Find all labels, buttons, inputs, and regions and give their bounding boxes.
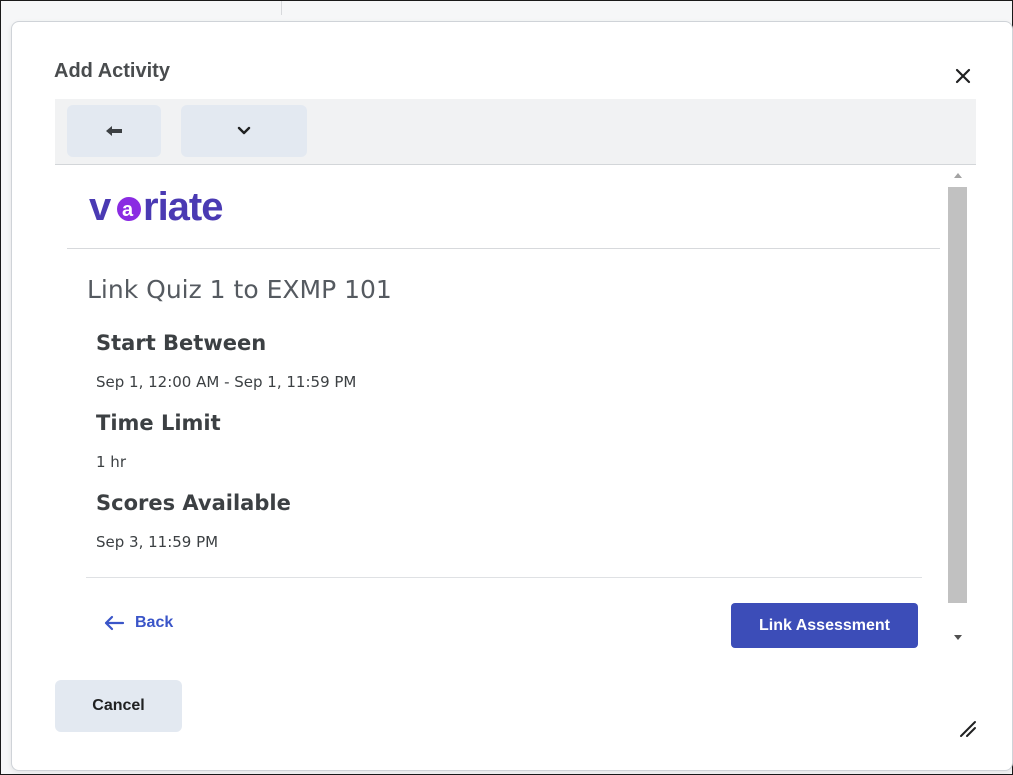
- embedded-content-frame: v a riate Link Quiz 1 to EXMP 101 Start …: [55, 165, 976, 650]
- svg-text:riate: riate: [143, 187, 223, 229]
- background-divider: [281, 1, 282, 15]
- arrow-left-icon: [104, 615, 125, 631]
- header-divider: [67, 248, 941, 249]
- toolbar-menu-button[interactable]: [181, 105, 307, 157]
- arrow-left-icon: [106, 126, 122, 136]
- back-link-label: Back: [135, 614, 174, 631]
- scores-available-label: Scores Available: [96, 491, 291, 515]
- toolbar-back-button[interactable]: [67, 105, 161, 157]
- screenshot-frame: Add Activity v a riate Link Quiz 1 to EX…: [0, 0, 1013, 775]
- start-between-label: Start Between: [96, 331, 267, 355]
- add-activity-dialog: Add Activity v a riate Link Quiz 1 to EX…: [11, 21, 1013, 771]
- cancel-button[interactable]: Cancel: [55, 680, 182, 732]
- scroll-thumb[interactable]: [948, 187, 967, 603]
- svg-text:a: a: [122, 199, 134, 221]
- time-limit-value: 1 hr: [96, 453, 126, 471]
- toolbar: [55, 99, 976, 165]
- svg-text:v: v: [89, 187, 112, 229]
- close-button[interactable]: [949, 62, 977, 90]
- close-icon: [955, 68, 971, 84]
- back-link[interactable]: Back: [103, 614, 173, 632]
- scroll-down-button[interactable]: [940, 627, 976, 647]
- scroll-up-button[interactable]: [940, 165, 976, 185]
- caret-up-icon: [954, 172, 962, 178]
- scores-available-value: Sep 3, 11:59 PM: [96, 533, 219, 551]
- content-divider: [86, 577, 922, 578]
- dialog-title: Add Activity: [54, 60, 170, 82]
- start-between-value: Sep 1, 12:00 AM - Sep 1, 11:59 PM: [96, 373, 357, 391]
- time-limit-label: Time Limit: [96, 411, 221, 435]
- link-assessment-button[interactable]: Link Assessment: [731, 603, 918, 648]
- vertical-scrollbar[interactable]: [940, 165, 976, 650]
- variate-logo: v a riate: [89, 185, 279, 234]
- content-title: Link Quiz 1 to EXMP 101: [87, 275, 392, 304]
- chevron-down-icon: [237, 126, 251, 135]
- caret-down-icon: [954, 634, 962, 640]
- resize-handle-icon[interactable]: [953, 714, 979, 740]
